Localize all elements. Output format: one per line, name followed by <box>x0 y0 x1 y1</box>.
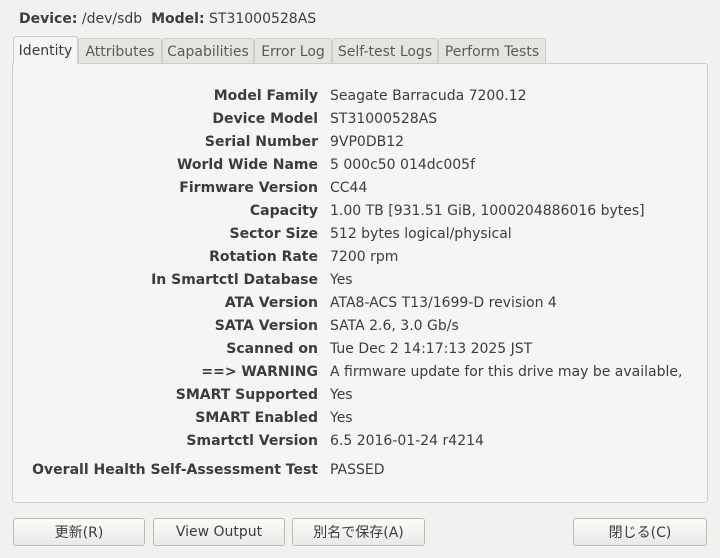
identity-row: SMART Supported Yes <box>13 387 709 407</box>
tab-capabilities[interactable]: Capabilities <box>162 38 254 64</box>
identity-label: Serial Number <box>204 134 318 150</box>
identity-row: Scanned on Tue Dec 2 14:17:13 2025 JST <box>13 341 709 361</box>
health-value: PASSED <box>330 462 385 478</box>
identity-panel: Overall Health Self-Assessment Test PASS… <box>12 63 708 503</box>
model-label: Model: <box>151 11 205 27</box>
identity-value: ATA8-ACS T13/1699-D revision 4 <box>330 295 557 311</box>
tab-attributes[interactable]: Attributes <box>78 38 162 64</box>
device-value: /dev/sdb <box>81 11 143 27</box>
identity-value: A firmware update for this drive may be … <box>330 364 683 380</box>
identity-value: 512 bytes logical/physical <box>330 226 512 242</box>
identity-label: Sector Size <box>229 226 319 242</box>
identity-row: Capacity 1.00 TB [931.51 GiB, 10002048860… <box>13 203 709 223</box>
identity-value: Yes <box>330 387 353 403</box>
identity-value: 6.5 2016-01-24 r4214 <box>330 433 484 449</box>
identity-row: ATA Version ATA8-ACS T13/1699-D revision … <box>13 295 709 315</box>
identity-label: World Wide Name <box>176 157 318 173</box>
identity-label: In Smartctl Database <box>151 272 318 288</box>
identity-value: ST31000528AS <box>330 111 438 127</box>
identity-row: World Wide Name 5 000c50 014dc005f <box>13 157 709 177</box>
identity-value: 5 000c50 014dc005f <box>330 157 475 173</box>
view-output-button[interactable]: View Output <box>153 518 285 546</box>
identity-label: ATA Version <box>224 295 318 311</box>
identity-value: Yes <box>330 272 353 288</box>
identity-row: SATA Version SATA 2.6, 3.0 Gb/s <box>13 318 709 338</box>
identity-label: ==> WARNING <box>201 364 318 380</box>
identity-row: Sector Size 512 bytes logical/physical <box>13 226 709 246</box>
identity-label: Device Model <box>212 111 318 127</box>
tab-identity[interactable]: Identity <box>13 36 78 65</box>
identity-label: SMART Enabled <box>195 410 318 426</box>
health-label: Overall Health Self-Assessment Test <box>32 462 318 478</box>
model-value: ST31000528AS <box>209 11 317 27</box>
identity-label: Smartctl Version <box>186 433 318 449</box>
identity-value: 7200 rpm <box>330 249 399 265</box>
identity-row: Device Model ST31000528AS <box>13 111 709 131</box>
identity-value: Tue Dec 2 14:17:13 2025 JST <box>330 341 533 357</box>
tab-self-test-logs[interactable]: Self-test Logs <box>332 38 438 64</box>
health-row: Overall Health Self-Assessment Test PASS… <box>13 462 709 482</box>
identity-row: Model Family Seagate Barracuda 7200.12 <box>13 88 709 108</box>
close-button[interactable]: 閉じる(C) <box>573 518 707 546</box>
identity-value: 1.00 TB [931.51 GiB, 1000204886016 bytes… <box>330 203 645 219</box>
identity-value: SATA 2.6, 3.0 Gb/s <box>330 318 459 334</box>
identity-label: SMART Supported <box>175 387 318 403</box>
identity-label: Model Family <box>213 88 318 104</box>
identity-row: Serial Number 9VP0DB12 <box>13 134 709 154</box>
device-label: Device: <box>19 11 78 27</box>
identity-row: ==> WARNING A firmware update for this dr… <box>13 364 709 384</box>
identity-value: 9VP0DB12 <box>330 134 405 150</box>
identity-label: SATA Version <box>214 318 318 334</box>
refresh-button[interactable]: 更新(R) <box>13 518 145 546</box>
identity-value: Yes <box>330 410 353 426</box>
save-as-button[interactable]: 別名で保存(A) <box>292 518 425 546</box>
identity-label: Capacity <box>249 203 318 219</box>
identity-row: Rotation Rate 7200 rpm <box>13 249 709 269</box>
tab-perform-tests[interactable]: Perform Tests <box>438 38 546 64</box>
identity-label: Scanned on <box>226 341 318 357</box>
identity-row: Smartctl Version 6.5 2016-01-24 r4214 <box>13 433 709 453</box>
identity-label: Firmware Version <box>179 180 318 196</box>
tab-error-log[interactable]: Error Log <box>254 38 332 64</box>
identity-row: SMART Enabled Yes <box>13 410 709 430</box>
identity-row: In Smartctl Database Yes <box>13 272 709 292</box>
identity-label: Rotation Rate <box>209 249 318 265</box>
identity-value: CC44 <box>330 180 368 196</box>
identity-value: Seagate Barracuda 7200.12 <box>330 88 527 104</box>
device-header: Device: /dev/sdb Model: ST31000528AS <box>19 11 316 27</box>
identity-row: Firmware Version CC44 <box>13 180 709 200</box>
